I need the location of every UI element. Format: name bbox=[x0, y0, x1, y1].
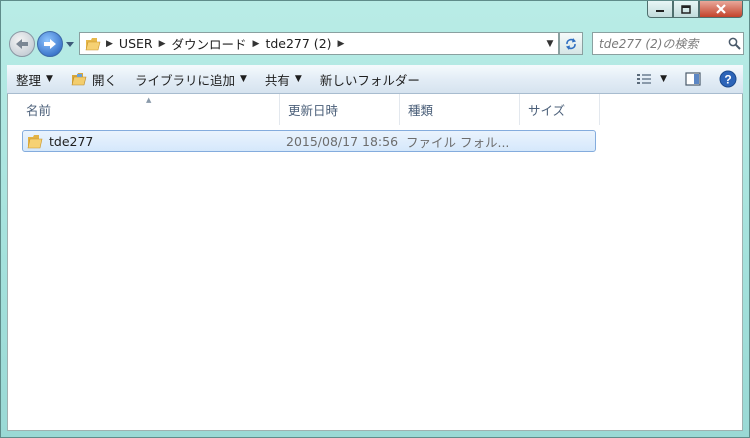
chevron-down-icon: ▼ bbox=[239, 74, 247, 84]
help-icon: ? bbox=[719, 70, 737, 88]
search-input[interactable] bbox=[593, 35, 725, 52]
breadcrumb-separator-icon[interactable]: ▶ bbox=[104, 39, 115, 49]
address-bar[interactable]: ▶ USER ▶ ダウンロード ▶ tde277 (2) ▶ ▼ bbox=[79, 32, 559, 55]
svg-text:?: ? bbox=[724, 73, 731, 87]
chevron-down-icon: ▼ bbox=[294, 74, 302, 84]
column-header-modified[interactable]: 更新日時 bbox=[280, 94, 400, 125]
explorer-window: ▶ USER ▶ ダウンロード ▶ tde277 (2) ▶ ▼ tde277 … bbox=[0, 0, 750, 438]
organize-menu[interactable]: 整理 ▼ bbox=[7, 65, 62, 93]
address-history-dropdown[interactable]: ▼ bbox=[542, 39, 558, 49]
column-size-label: サイズ bbox=[528, 103, 566, 118]
preview-pane-button[interactable] bbox=[685, 72, 701, 86]
share-label: 共有 bbox=[264, 72, 290, 88]
chevron-down-icon bbox=[66, 42, 74, 47]
folder-icon bbox=[80, 36, 104, 52]
breadcrumb: ▶ USER ▶ ダウンロード ▶ tde277 (2) ▶ bbox=[80, 33, 542, 54]
column-header-type[interactable]: 種類 bbox=[400, 94, 520, 125]
open-button[interactable]: 開く bbox=[62, 65, 126, 93]
file-name: tde277 bbox=[49, 133, 94, 149]
new-folder-button[interactable]: 新しいフォルダー bbox=[311, 65, 429, 93]
chevron-down-icon: ▼ bbox=[46, 74, 53, 84]
close-icon bbox=[716, 4, 726, 14]
forward-button[interactable] bbox=[37, 31, 63, 57]
column-type-label: 種類 bbox=[408, 103, 434, 118]
breadcrumb-downloads[interactable]: ダウンロード bbox=[168, 34, 251, 53]
column-header-size[interactable]: サイズ bbox=[520, 94, 600, 125]
change-view-button[interactable]: ▼ bbox=[636, 73, 667, 85]
back-button[interactable] bbox=[9, 31, 35, 57]
breadcrumb-separator-icon[interactable]: ▶ bbox=[336, 39, 347, 49]
recent-pages-dropdown[interactable] bbox=[65, 38, 75, 48]
minimize-button[interactable] bbox=[647, 1, 673, 18]
breadcrumb-separator-icon[interactable]: ▶ bbox=[251, 39, 262, 49]
chevron-down-icon: ▼ bbox=[660, 74, 667, 84]
file-name-cell: tde277 bbox=[27, 131, 93, 151]
maximize-icon bbox=[681, 4, 691, 14]
column-name-label: 名前 bbox=[26, 103, 52, 118]
breadcrumb-separator-icon[interactable]: ▶ bbox=[157, 39, 168, 49]
search-box bbox=[592, 32, 744, 55]
organize-label: 整理 bbox=[16, 72, 42, 88]
close-button[interactable] bbox=[699, 1, 743, 18]
refresh-button[interactable] bbox=[559, 32, 583, 55]
column-modified-label: 更新日時 bbox=[288, 103, 339, 118]
file-type: ファイル フォル... bbox=[406, 134, 510, 150]
refresh-icon bbox=[566, 37, 576, 50]
column-header-row: 名前 ▲ 更新日時 種類 サイズ bbox=[8, 94, 742, 125]
open-label: 開く bbox=[91, 72, 117, 88]
breadcrumb-current-folder[interactable]: tde277 (2) bbox=[261, 36, 335, 51]
add-to-library-label: ライブラリに追加 bbox=[134, 72, 235, 88]
file-modified: 2015/08/17 18:56 bbox=[286, 133, 399, 149]
add-to-library-menu[interactable]: ライブラリに追加 ▼ bbox=[126, 65, 256, 93]
share-menu[interactable]: 共有 ▼ bbox=[256, 65, 311, 93]
search-icon[interactable] bbox=[725, 37, 743, 50]
view-controls: ▼ ? bbox=[624, 65, 737, 93]
open-folder-icon bbox=[71, 72, 87, 86]
maximize-button[interactable] bbox=[673, 1, 699, 18]
file-list-view: 名前 ▲ 更新日時 種類 サイズ tde277 2015/08/17 18:56… bbox=[7, 94, 743, 431]
arrow-right-icon bbox=[44, 39, 56, 49]
table-row[interactable]: tde277 2015/08/17 18:56 ファイル フォル... bbox=[22, 130, 596, 152]
breadcrumb-user[interactable]: USER bbox=[115, 36, 157, 51]
navigation-bar: ▶ USER ▶ ダウンロード ▶ tde277 (2) ▶ ▼ bbox=[7, 29, 744, 61]
command-bar: 整理 ▼ 開く ライブラリに追加 ▼ 共有 ▼ 新しいフォルダー ▼ ? bbox=[7, 65, 743, 94]
arrow-left-icon bbox=[16, 39, 28, 49]
sort-ascending-icon: ▲ bbox=[146, 96, 152, 104]
new-folder-label: 新しいフォルダー bbox=[319, 72, 420, 88]
preview-pane-icon bbox=[685, 72, 701, 86]
folder-icon bbox=[27, 134, 43, 149]
help-button[interactable]: ? bbox=[719, 70, 737, 88]
caption-buttons bbox=[647, 1, 743, 18]
details-view-icon bbox=[637, 74, 652, 84]
minimize-icon bbox=[656, 10, 664, 12]
